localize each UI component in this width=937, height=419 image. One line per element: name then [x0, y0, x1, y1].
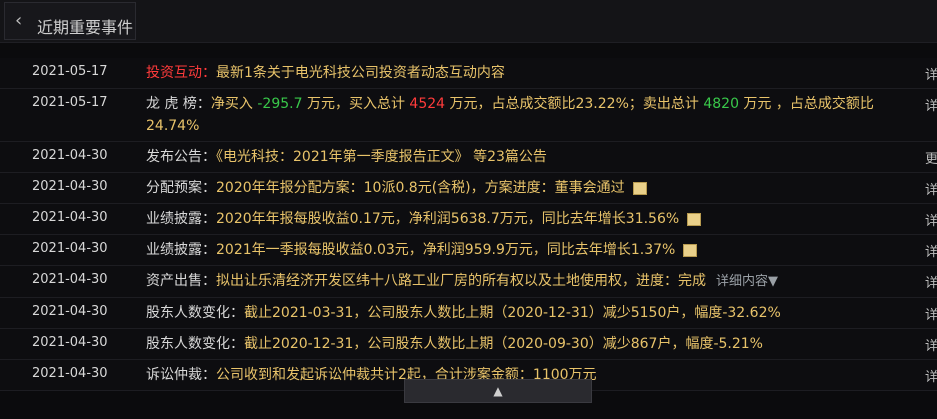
row-detail-link[interactable]: 详 [925, 272, 937, 291]
panel-header: ‹ 近期重要事件 [0, 0, 937, 43]
event-date: 2021-04-30 [32, 366, 108, 381]
event-row[interactable]: 2021-04-30 发布公告：《电光科技：2021年第一季度报告正文》 等23篇… [0, 142, 937, 173]
event-text: 净买入 [210, 96, 258, 112]
event-date: 2021-04-30 [32, 241, 108, 256]
event-text: 卖出总计 [642, 96, 704, 112]
event-text: 4820 [703, 96, 739, 112]
row-detail-link[interactable]: 详 [925, 241, 937, 260]
event-category: 发布公告： [146, 149, 216, 165]
event-content[interactable]: 发布公告：《电光科技：2021年第一季度报告正文》 等23篇公告 [140, 142, 920, 172]
event-text: -295.7 [257, 96, 303, 112]
event-row[interactable]: 2021-04-30 分配预案：2020年年报分配方案：10派0.8元(含税)，方… [0, 173, 937, 204]
row-detail-link[interactable]: 详 [925, 210, 937, 229]
event-text: 拟出让乐清经济开发区纬十八路工业厂房的所有权以及土地使用权，进度：完成 [216, 273, 706, 289]
event-row[interactable]: 2021-05-17 龙 虎 榜：净买入 -295.7 万元，买入总计 4524 … [0, 89, 937, 142]
event-content[interactable]: 股东人数变化：截止2020-12-31，公司股东人数比上期（2020-09-30… [140, 329, 920, 359]
event-text: 万元， [302, 96, 349, 112]
collapse-button[interactable]: ▲ [404, 379, 592, 403]
panel-title: 近期重要事件 [37, 18, 134, 37]
event-content[interactable]: 股东人数变化：截止2021-03-31，公司股东人数比上期（2020-12-31… [140, 298, 920, 328]
event-date: 2021-04-30 [32, 304, 108, 319]
event-content[interactable]: 投资互动：最新1条关于电光科技公司投资者动态互动内容 [140, 58, 920, 88]
event-category: 业绩披露： [146, 211, 216, 227]
event-row[interactable]: 2021-04-30 资产出售：拟出让乐清经济开发区纬十八路工业厂房的所有权以及土… [0, 266, 937, 298]
event-text: 万元，占总成交额比23.22%； [445, 96, 643, 112]
event-category: 股东人数变化： [146, 336, 244, 352]
event-row[interactable]: 2021-04-30 业绩披露：2021年一季报每股收益0.03元，净利润959.… [0, 235, 937, 266]
event-text: 24.74% [146, 118, 200, 134]
event-content[interactable]: 资产出售：拟出让乐清经济开发区纬十八路工业厂房的所有权以及土地使用权，进度：完成… [140, 266, 920, 297]
document-icon[interactable] [683, 243, 698, 257]
event-list: 2021-05-17 投资互动：最新1条关于电光科技公司投资者动态互动内容详 202… [0, 58, 937, 391]
row-detail-link[interactable]: 详 [925, 64, 937, 83]
row-detail-link[interactable]: 详 [925, 179, 937, 198]
details-link[interactable]: 详细内容▼ [716, 274, 778, 289]
event-date: 2021-04-30 [32, 335, 108, 350]
event-text: 2021年一季报每股收益0.03元，净利润959.9万元，同比去年增长1.37% [216, 242, 676, 258]
row-detail-link[interactable]: 详 [925, 335, 937, 354]
event-text: 《电光科技：2021年第一季度报告正文》 等23篇公告 [216, 149, 547, 165]
row-detail-link[interactable]: 更 [925, 148, 937, 167]
event-date: 2021-05-17 [32, 95, 108, 110]
event-date: 2021-04-30 [32, 148, 108, 163]
panel-title-box[interactable]: ‹ 近期重要事件 [4, 2, 136, 40]
event-text: 最新1条关于电光科技公司投资者动态互动内容 [216, 65, 505, 81]
event-date: 2021-05-17 [32, 64, 108, 79]
event-text: 2020年年报每股收益0.17元，净利润5638.7万元，同比去年增长31.56… [216, 211, 680, 227]
row-detail-link[interactable]: 详 [925, 304, 937, 323]
event-date: 2021-04-30 [32, 210, 108, 225]
event-text: 截止2020-12-31，公司股东人数比上期（2020-09-30）减少867户… [244, 336, 763, 352]
event-content[interactable]: 业绩披露：2020年年报每股收益0.17元，净利润5638.7万元，同比去年增长… [140, 204, 920, 234]
event-content[interactable]: 分配预案：2020年年报分配方案：10派0.8元(含税)，方案进度：董事会通过 [140, 173, 920, 203]
event-category: 股东人数变化： [146, 305, 244, 321]
row-detail-link[interactable]: 详 [925, 95, 937, 114]
event-text: 截止2021-03-31，公司股东人数比上期（2020-12-31）减少5150… [244, 305, 781, 321]
event-category: 诉讼仲裁： [146, 367, 216, 383]
event-category: 资产出售： [146, 273, 216, 289]
document-icon[interactable] [632, 181, 647, 195]
event-category: 分配预案： [146, 180, 216, 196]
event-date: 2021-04-30 [32, 179, 108, 194]
event-row[interactable]: 2021-05-17 投资互动：最新1条关于电光科技公司投资者动态互动内容详 [0, 58, 937, 89]
event-content[interactable]: 龙 虎 榜：净买入 -295.7 万元，买入总计 4524 万元，占总成交额比2… [140, 89, 920, 141]
event-row[interactable]: 2021-04-30 股东人数变化：截止2020-12-31，公司股东人数比上期（… [0, 329, 937, 360]
document-icon[interactable] [687, 212, 702, 226]
event-text: 4524 [409, 96, 446, 112]
event-text: 买入总计 [348, 96, 410, 112]
event-text: 万元 ，占总成交额比 [738, 96, 874, 112]
event-row[interactable]: 2021-04-30 业绩披露：2020年年报每股收益0.17元，净利润5638.… [0, 204, 937, 235]
event-category: 投资互动： [146, 65, 216, 81]
event-category: 龙 虎 榜： [146, 96, 211, 112]
row-detail-link[interactable]: 详 [925, 366, 937, 385]
event-text: 2020年年报分配方案：10派0.8元(含税)，方案进度：董事会通过 [216, 180, 625, 196]
event-date: 2021-04-30 [32, 272, 108, 287]
event-row[interactable]: 2021-04-30 股东人数变化：截止2021-03-31，公司股东人数比上期（… [0, 298, 937, 329]
chevron-left-icon[interactable]: ‹ [15, 12, 22, 30]
event-category: 业绩披露： [146, 242, 216, 258]
event-content[interactable]: 业绩披露：2021年一季报每股收益0.03元，净利润959.9万元，同比去年增长… [140, 235, 920, 265]
